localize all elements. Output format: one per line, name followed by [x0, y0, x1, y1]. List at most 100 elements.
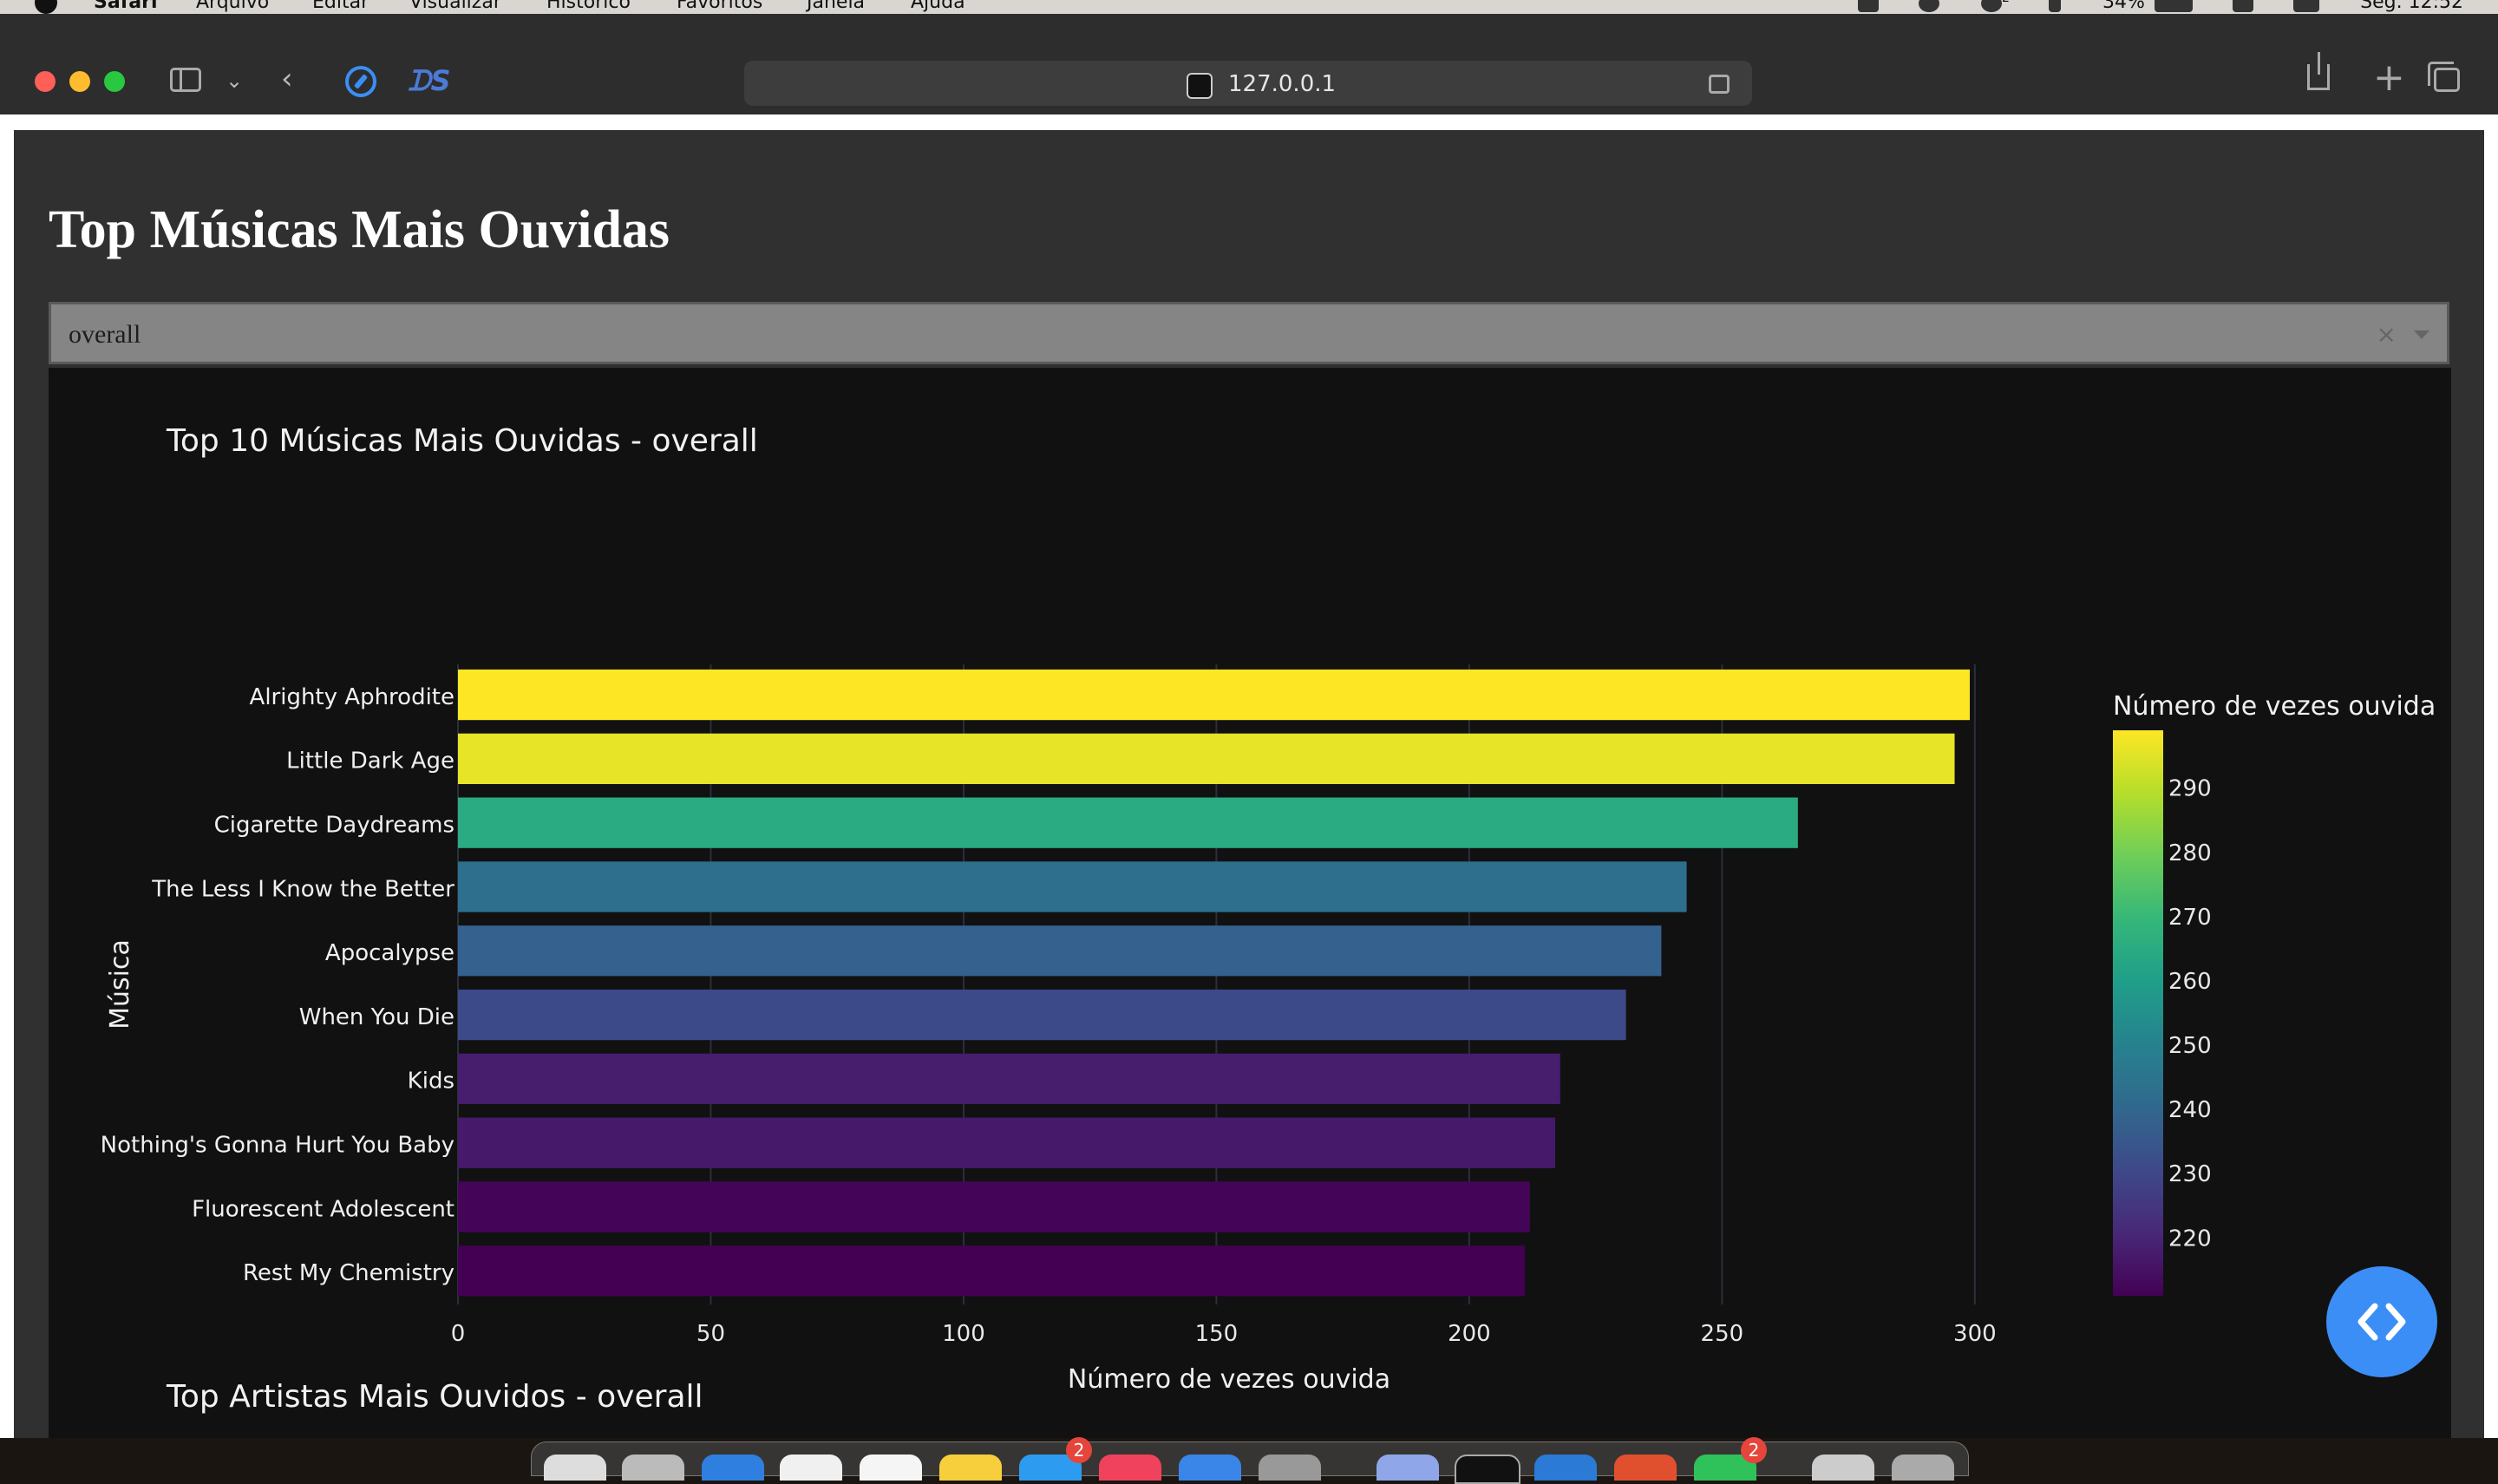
dropdown-selected-value: overall [69, 320, 141, 349]
x-tick-label: 100 [942, 1321, 985, 1347]
iphone-mirroring-icon[interactable] [1259, 1455, 1321, 1481]
bar [458, 797, 1798, 848]
tab-overview-icon[interactable] [2428, 62, 2460, 92]
battery-icon[interactable] [2155, 0, 2193, 12]
top-songs-bar-chart: 0 50 100 150 200 250 300 Alrighty Aphrodite Litt… [101, 664, 2436, 1391]
chart-panel: Top 10 Músicas Mais Ouvidas - overall 05… [49, 368, 2451, 1438]
play-icon[interactable] [1919, 0, 1939, 12]
menu-app-name[interactable]: Safari [94, 0, 158, 13]
period-dropdown[interactable]: overall × [49, 302, 2449, 364]
bar [458, 1181, 1530, 1232]
menu-bar: Safari Arquivo Editar Visualizar Históri… [0, 0, 2498, 14]
code-brackets-icon [2357, 1303, 2406, 1341]
bar [458, 1117, 1556, 1168]
colorbar-tick-label: 240 [2168, 1097, 2212, 1123]
share-icon[interactable] [2307, 52, 2330, 90]
music-note-icon[interactable] [2049, 0, 2061, 12]
x-tick-label: 0 [451, 1321, 466, 1347]
notification-badge: 2 [2002, 0, 2010, 5]
y-tick-label: When You Die [299, 1004, 454, 1030]
x-tick-label: 300 [1953, 1321, 1997, 1347]
colorbar-tick-label: 250 [2168, 1033, 2212, 1059]
screen-share-icon[interactable] [1858, 0, 1879, 12]
music-icon[interactable] [1099, 1455, 1161, 1481]
colorbar [2113, 730, 2163, 1296]
minimize-window-button[interactable] [69, 71, 90, 92]
close-window-button[interactable] [35, 71, 56, 92]
dropdown-caret-icon[interactable] [2414, 330, 2429, 339]
y-tick-label: Rest My Chemistry [243, 1260, 454, 1286]
y-tick-label: Nothing's Gonna Hurt You Baby [101, 1133, 454, 1159]
menu-item-arquivo[interactable]: Arquivo [196, 0, 269, 13]
bar [458, 669, 1971, 721]
mail-icon[interactable] [702, 1455, 764, 1481]
sidebar-toggle-icon[interactable] [170, 68, 201, 92]
menu-item-favoritos[interactable]: Favoritos [677, 0, 762, 13]
y-tick-label: Cigarette Daydreams [214, 813, 454, 839]
reader-mode-icon[interactable] [1709, 75, 1730, 94]
browser-toolbar: ⌄ ‹ ᗪS 127.0.0.1 + [0, 14, 2498, 115]
menu-item-ajuda[interactable]: Ajuda [911, 0, 965, 13]
x-tick-label: 200 [1448, 1321, 1491, 1347]
reminders-icon[interactable] [860, 1455, 922, 1481]
web-page: Top Músicas Mais Ouvidas overall × Top 1… [14, 130, 2484, 1438]
menu-item-historico[interactable]: Histórico [546, 0, 631, 13]
notification-icon[interactable] [1981, 0, 2002, 12]
vscode-icon[interactable] [1534, 1455, 1597, 1481]
url-text[interactable]: 127.0.0.1 [1228, 71, 1336, 97]
y-tick-label: The Less I Know the Better [151, 876, 454, 902]
extension-ds-icon[interactable]: ᗪS [408, 64, 451, 98]
bar [458, 861, 1687, 912]
y-tick-label: Apocalypse [325, 940, 454, 966]
chevron-down-icon[interactable]: ⌄ [226, 66, 243, 95]
clear-selection-icon[interactable]: × [2377, 320, 2397, 349]
terminal-icon[interactable] [1455, 1455, 1520, 1484]
finder-icon[interactable] [544, 1455, 606, 1481]
code-toggle-button[interactable] [2326, 1266, 2437, 1377]
y-tick-label: Fluorescent Adolescent [192, 1196, 454, 1222]
launchpad-icon[interactable] [622, 1455, 684, 1481]
page-title: Top Músicas Mais Ouvidas [49, 200, 670, 259]
chart2-title: Top Artistas Mais Ouvidos - overall [167, 1379, 703, 1415]
menu-item-janela[interactable]: Janela [807, 0, 865, 13]
dock-badge: 2 [1066, 1437, 1092, 1463]
apple-menu-icon[interactable] [35, 0, 57, 14]
colorbar-tick-label: 230 [2168, 1161, 2212, 1187]
x-tick-label: 150 [1195, 1321, 1239, 1347]
colorbar-tick-label: 280 [2168, 840, 2212, 866]
x-axis-title: Número de vezes ouvida [1068, 1364, 1390, 1391]
colorbar-title: Número de vezes ouvida [2113, 691, 2436, 722]
y-axis-title: Música [105, 939, 135, 1030]
downloads-icon[interactable] [1812, 1455, 1874, 1481]
x-tick-label: 50 [696, 1321, 725, 1347]
control-center-icon[interactable] [2293, 0, 2319, 12]
address-bar[interactable]: 127.0.0.1 [744, 61, 1752, 106]
compass-icon[interactable] [345, 66, 376, 97]
site-favicon-icon [1187, 73, 1213, 99]
back-arrow-icon[interactable]: ‹ [281, 64, 293, 94]
menu-clock[interactable]: Seg. 12:52 [2360, 0, 2463, 13]
menu-item-editar[interactable]: Editar [312, 0, 369, 13]
x-tick-label: 250 [1701, 1321, 1744, 1347]
battery-percent: 34% [2102, 0, 2145, 13]
y-tick-label: Little Dark Age [286, 749, 454, 775]
menu-item-visualizar[interactable]: Visualizar [409, 0, 501, 13]
y-tick-label: Kids [408, 1069, 454, 1095]
wifi-icon[interactable] [2233, 0, 2253, 12]
trash-icon[interactable] [1892, 1455, 1954, 1481]
notes-icon[interactable] [939, 1455, 1002, 1481]
safari-icon[interactable] [1179, 1455, 1241, 1481]
preview-icon[interactable] [1377, 1455, 1439, 1481]
photos-icon[interactable] [780, 1455, 842, 1481]
zoom-window-button[interactable] [104, 71, 125, 92]
app-icon[interactable] [1614, 1455, 1677, 1481]
new-tab-icon[interactable]: + [2373, 59, 2405, 97]
colorbar-tick-label: 260 [2168, 969, 2212, 995]
y-tick-label: Alrighty Aphrodite [250, 684, 454, 710]
bar [458, 1053, 1560, 1105]
bar [458, 733, 1955, 785]
bar [458, 925, 1662, 977]
dock-badge: 2 [1741, 1437, 1767, 1463]
colorbar-tick-label: 270 [2168, 905, 2212, 931]
bar [458, 1245, 1526, 1297]
